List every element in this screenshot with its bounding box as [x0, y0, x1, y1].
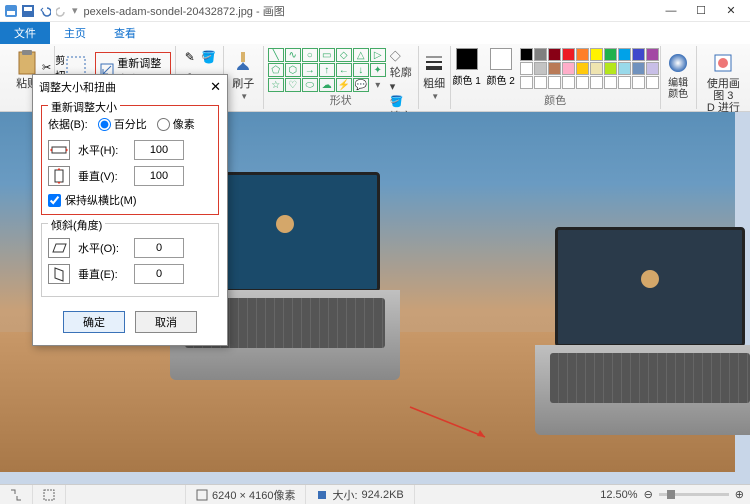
palette-swatch[interactable] — [646, 76, 659, 89]
palette-swatch[interactable] — [604, 62, 617, 75]
dialog-close-button[interactable]: ✕ — [210, 79, 221, 95]
horizontal-input[interactable] — [134, 140, 184, 160]
shapes-group-label: 形状 — [264, 92, 418, 108]
skew-group: 倾斜(角度) 水平(O): 垂直(E): — [41, 223, 219, 297]
palette-swatch[interactable] — [520, 62, 533, 75]
fill-icon[interactable]: 🪣 — [200, 48, 218, 66]
palette-swatch[interactable] — [604, 76, 617, 89]
palette-swatch[interactable] — [646, 62, 659, 75]
thickness-button[interactable]: 粗细▼ — [417, 48, 451, 104]
titlebar: ▾ pexels-adam-sondel-20432872.jpg - 画图 —… — [0, 0, 750, 22]
skew-group-title: 倾斜(角度) — [48, 217, 105, 233]
image-dimensions: 6240 × 4160像素 — [186, 485, 306, 504]
resize-dialog: 调整大小和扭曲 ✕ 重新调整大小 依据(B): 百分比 像素 水平(H): 垂直… — [32, 74, 228, 346]
vertical-label: 垂直(V): — [78, 168, 126, 184]
palette-swatch[interactable] — [590, 62, 603, 75]
pencil-icon[interactable]: ✎ — [181, 48, 199, 66]
palette-swatch[interactable] — [618, 62, 631, 75]
color-palette[interactable] — [520, 48, 659, 89]
edit-colors-icon — [665, 50, 691, 76]
palette-swatch[interactable] — [618, 48, 631, 61]
shape-outline[interactable]: ◇ 轮廓 ▾ — [390, 48, 414, 93]
tab-file[interactable]: 文件 — [0, 22, 50, 44]
statusbar: 6240 × 4160像素 大小: 924.2KB 12.50% ⊖ ⊕ — [0, 484, 750, 504]
paint3d-icon — [710, 50, 736, 76]
ok-button[interactable]: 确定 — [63, 311, 125, 333]
cancel-button[interactable]: 取消 — [135, 311, 197, 333]
aspect-checkbox[interactable]: 保持纵横比(M) — [48, 192, 212, 208]
minimize-button[interactable]: — — [656, 1, 686, 21]
palette-swatch[interactable] — [548, 48, 561, 61]
maximize-button[interactable]: ☐ — [686, 1, 716, 21]
skew-v-icon — [48, 264, 70, 284]
horizontal-label: 水平(H): — [78, 142, 126, 158]
palette-swatch[interactable] — [576, 62, 589, 75]
horizontal-icon — [48, 140, 70, 160]
app-icon — [4, 4, 18, 18]
tab-home[interactable]: 主页 — [50, 22, 100, 44]
palette-swatch[interactable] — [548, 76, 561, 89]
redo-icon[interactable] — [55, 4, 69, 18]
selection-size-icon — [33, 485, 66, 504]
skew-h-input[interactable] — [134, 238, 184, 258]
palette-swatch[interactable] — [632, 76, 645, 89]
palette-swatch[interactable] — [548, 62, 561, 75]
color1-swatch — [456, 48, 478, 70]
by-label: 依据(B): — [48, 116, 88, 132]
color1-button[interactable]: 颜色 1 — [452, 48, 482, 87]
thickness-icon — [421, 50, 447, 76]
annotation-arrow — [405, 402, 495, 442]
palette-swatch[interactable] — [520, 48, 533, 61]
edit-colors-button[interactable]: 编辑颜色 — [661, 48, 695, 102]
undo-icon[interactable] — [38, 4, 52, 18]
radio-percent[interactable]: 百分比 — [98, 116, 147, 132]
zoom-in-button[interactable]: ⊕ — [735, 488, 744, 501]
color2-button[interactable]: 颜色 2 — [486, 48, 516, 87]
palette-swatch[interactable] — [646, 48, 659, 61]
zoom-level: 12.50% — [600, 489, 637, 501]
file-size: 大小: 924.2KB — [306, 485, 414, 504]
save-icon[interactable] — [21, 4, 35, 18]
cursor-pos-icon — [0, 485, 33, 504]
skew-h-label: 水平(O): — [78, 240, 126, 256]
zoom-out-button[interactable]: ⊖ — [644, 488, 653, 501]
palette-swatch[interactable] — [534, 76, 547, 89]
palette-swatch[interactable] — [520, 76, 533, 89]
cut-icon[interactable]: ✂ — [42, 61, 51, 74]
close-button[interactable]: ✕ — [716, 1, 746, 21]
palette-swatch[interactable] — [632, 48, 645, 61]
clipboard-icon — [14, 50, 40, 76]
vertical-input[interactable] — [134, 166, 184, 186]
palette-swatch[interactable] — [590, 48, 603, 61]
brush-button[interactable]: 刷子▼ — [226, 48, 260, 104]
dialog-title: 调整大小和扭曲 — [39, 79, 116, 95]
colors-group-label: 颜色 — [451, 92, 660, 108]
palette-swatch[interactable] — [604, 48, 617, 61]
skew-v-label: 垂直(E): — [78, 266, 126, 282]
palette-swatch[interactable] — [534, 62, 547, 75]
palette-swatch[interactable] — [590, 76, 603, 89]
vertical-icon — [48, 166, 70, 186]
tab-bar: 文件 主页 查看 — [0, 22, 750, 44]
skew-h-icon — [48, 238, 70, 258]
qat-separator: ▾ — [72, 4, 78, 17]
window-title: pexels-adam-sondel-20432872.jpg - 画图 — [84, 3, 285, 19]
zoom-slider[interactable] — [659, 493, 729, 496]
palette-swatch[interactable] — [632, 62, 645, 75]
palette-swatch[interactable] — [562, 76, 575, 89]
resize-group-title: 重新调整大小 — [48, 99, 120, 115]
resize-group: 重新调整大小 依据(B): 百分比 像素 水平(H): 垂直(V): 保持纵横比… — [41, 105, 219, 215]
palette-swatch[interactable] — [562, 48, 575, 61]
palette-swatch[interactable] — [576, 76, 589, 89]
palette-swatch[interactable] — [534, 48, 547, 61]
laptop-right — [535, 227, 750, 407]
palette-swatch[interactable] — [618, 76, 631, 89]
palette-swatch[interactable] — [562, 62, 575, 75]
color2-swatch — [490, 48, 512, 70]
brush-icon — [230, 50, 256, 76]
radio-pixels[interactable]: 像素 — [157, 116, 195, 132]
skew-v-input[interactable] — [134, 264, 184, 284]
tab-view[interactable]: 查看 — [100, 22, 150, 44]
palette-swatch[interactable] — [576, 48, 589, 61]
